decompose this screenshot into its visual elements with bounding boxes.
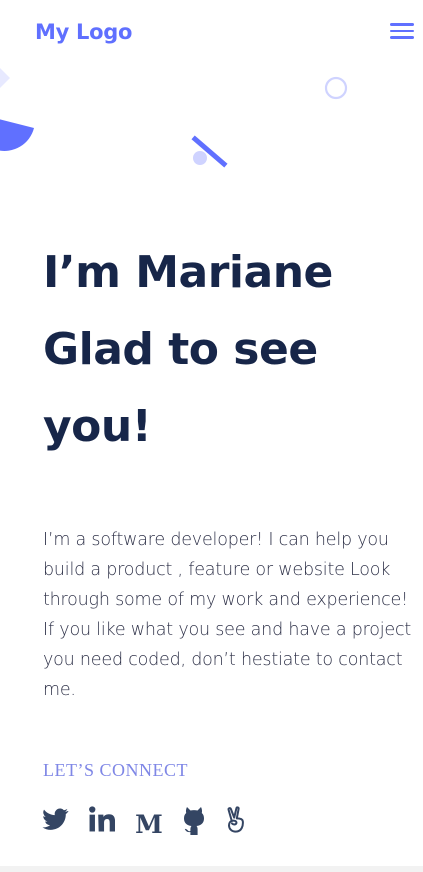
twitter-icon[interactable] bbox=[42, 806, 69, 832]
site-header: My Logo bbox=[0, 0, 423, 66]
angellist-icon[interactable] bbox=[226, 806, 246, 834]
headline-line: I’m Mariane bbox=[43, 247, 333, 298]
decor-half-circle bbox=[0, 119, 34, 151]
decor-diamond bbox=[0, 68, 10, 88]
linkedin-icon[interactable] bbox=[89, 806, 115, 832]
menu-line bbox=[390, 23, 414, 26]
menu-line bbox=[390, 29, 414, 33]
menu-line bbox=[390, 36, 414, 39]
hamburger-menu-icon[interactable] bbox=[390, 22, 414, 40]
hero-headline: I’m Mariane Glad to see you! bbox=[43, 234, 413, 465]
intro-paragraph: I’m a software developer! I can help you… bbox=[43, 530, 412, 700]
medium-icon[interactable]: M bbox=[135, 806, 163, 836]
decor-ring bbox=[324, 76, 348, 100]
decor-dot bbox=[193, 151, 207, 165]
github-icon[interactable] bbox=[182, 806, 206, 836]
headline-line: Glad to see bbox=[43, 324, 318, 375]
site-logo[interactable]: My Logo bbox=[35, 20, 132, 44]
svg-text:M: M bbox=[135, 810, 163, 836]
lets-connect-link[interactable]: LET’S CONNECT bbox=[43, 760, 188, 781]
decorative-shapes bbox=[0, 68, 348, 168]
headline-line: you! bbox=[43, 401, 152, 452]
page-bottom-divider bbox=[0, 866, 423, 872]
